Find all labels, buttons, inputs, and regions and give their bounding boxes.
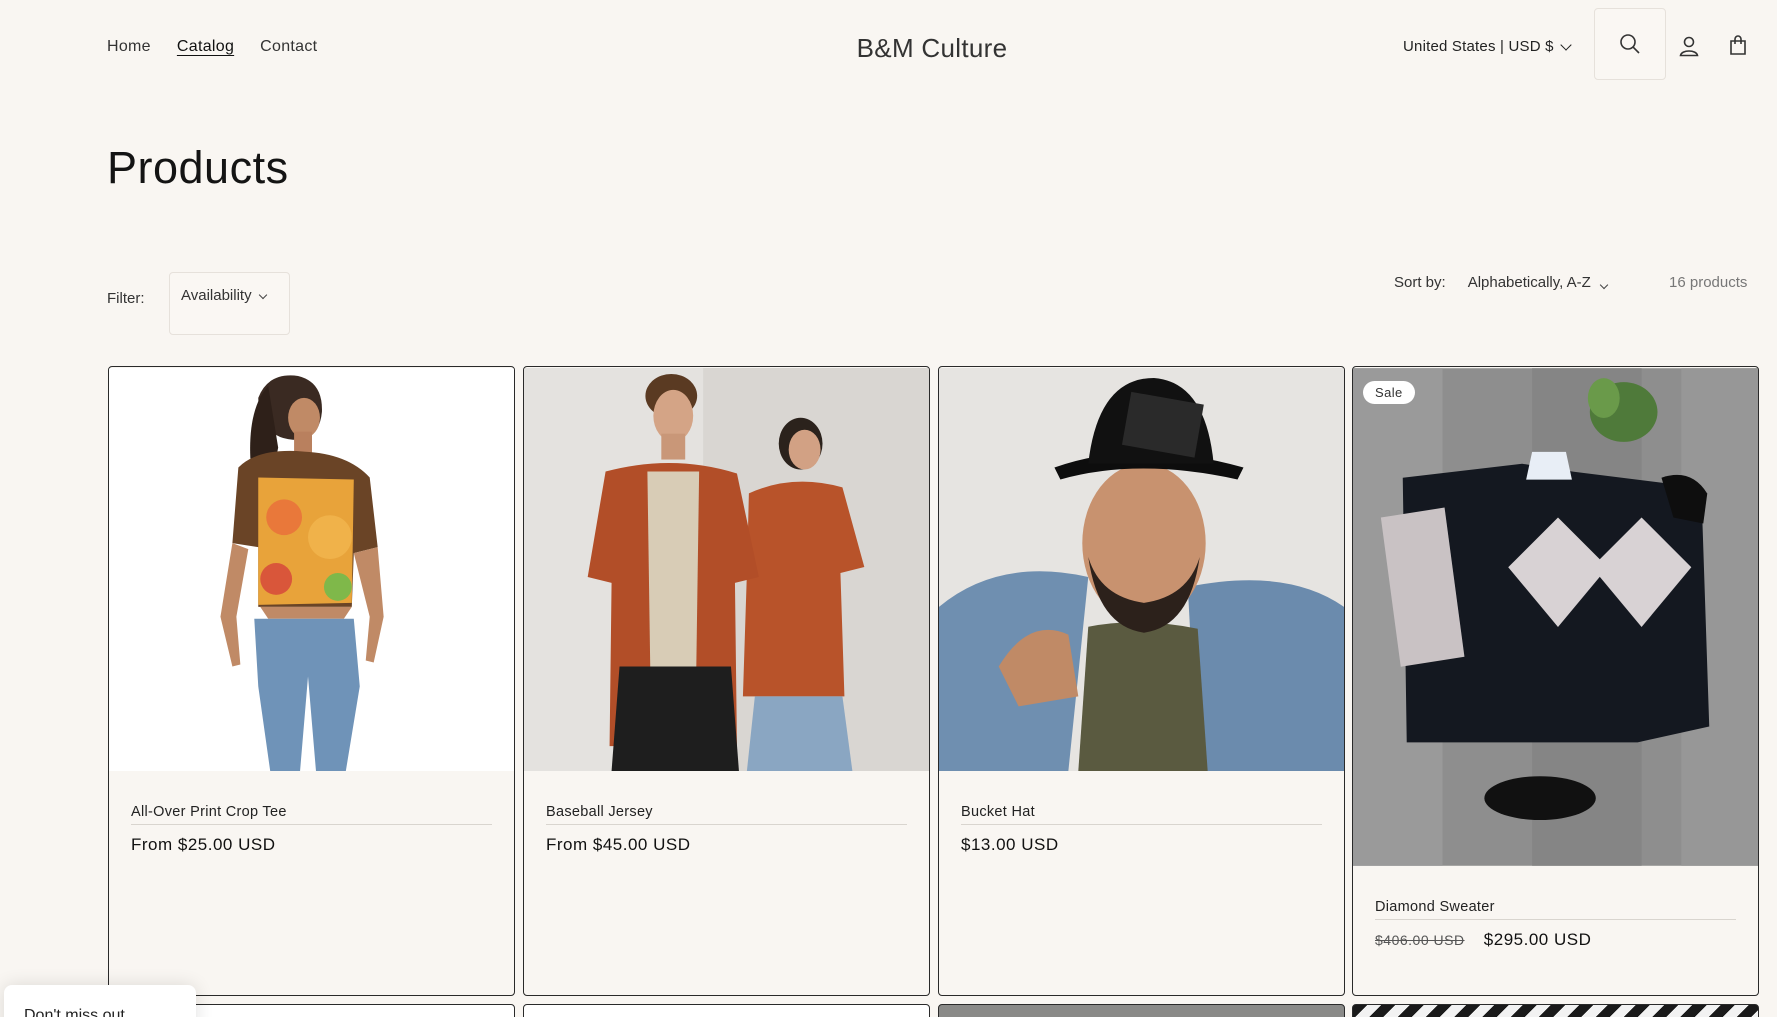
product-image [939,367,1344,772]
product-card[interactable] [938,1004,1345,1017]
search-button[interactable] [1594,8,1666,80]
product-card[interactable]: Sale Diamond Sweater $406.00 USD $295.00… [1352,366,1759,996]
locale-selector[interactable]: United States | USD $ [1403,38,1572,55]
chevron-down-icon [1560,38,1572,51]
product-card[interactable]: All-Over Print Crop Tee From $25.00 USD [108,366,515,996]
newsletter-popup-tab[interactable]: Don't miss out [4,985,196,1017]
product-count: 16 products [1669,274,1748,291]
compare-at-price: $406.00 USD [1375,932,1465,948]
product-title[interactable]: Diamond Sweater [1375,899,1736,920]
product-price: From $25.00 USD [131,835,276,854]
product-image [109,367,514,772]
product-title[interactable]: All-Over Print Crop Tee [131,804,492,825]
chevron-down-icon [258,290,267,300]
sort-label: Sort by: [1394,274,1446,291]
product-card[interactable] [523,1004,930,1017]
product-card[interactable]: Baseball Jersey From $45.00 USD [523,366,930,996]
availability-filter[interactable]: Availability [169,272,290,335]
sale-badge: Sale [1363,381,1415,404]
product-title[interactable]: Bucket Hat [961,804,1322,825]
product-card[interactable] [1352,1004,1759,1017]
chevron-down-icon [1599,280,1609,290]
product-image [1353,368,1758,866]
popup-label: Don't miss out [24,1007,125,1017]
product-image [524,367,929,772]
cart-button[interactable] [1724,32,1752,60]
account-icon [1679,36,1699,57]
cart-icon [1730,35,1746,55]
sort-select[interactable]: Alphabetically, A-Z [1467,274,1609,291]
sale-price: $295.00 USD [1483,930,1592,949]
availability-label: Availability [181,287,252,304]
product-card[interactable]: Bucket Hat $13.00 USD [938,366,1345,996]
sort-value: Alphabetically, A-Z [1467,274,1591,291]
filter-label: Filter: [107,290,145,307]
product-price: $406.00 USD $295.00 USD [1375,930,1736,950]
sort-control: Sort by: Alphabetically, A-Z [1394,274,1609,291]
site-header: Home Catalog Contact B&M Culture United … [0,0,1777,96]
search-icon [1620,34,1640,54]
product-price: From $45.00 USD [546,835,691,854]
page-title: Products [107,142,289,193]
account-button[interactable] [1675,32,1703,60]
locale-label: United States | USD $ [1403,38,1554,55]
product-title[interactable]: Baseball Jersey [546,804,907,825]
product-price: $13.00 USD [961,835,1059,854]
